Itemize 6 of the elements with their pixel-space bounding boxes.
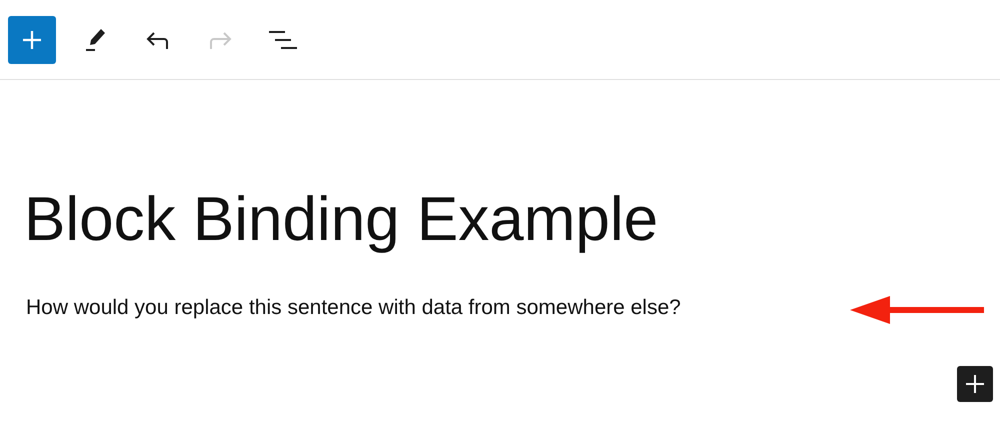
- pencil-icon: [84, 26, 108, 52]
- plus-icon: [964, 373, 986, 395]
- post-title[interactable]: Block Binding Example: [24, 184, 658, 255]
- list-icon: [267, 28, 297, 50]
- add-block-button[interactable]: [957, 366, 993, 402]
- paragraph-text[interactable]: How would you replace this sentence with data from somewhere else?: [26, 296, 681, 320]
